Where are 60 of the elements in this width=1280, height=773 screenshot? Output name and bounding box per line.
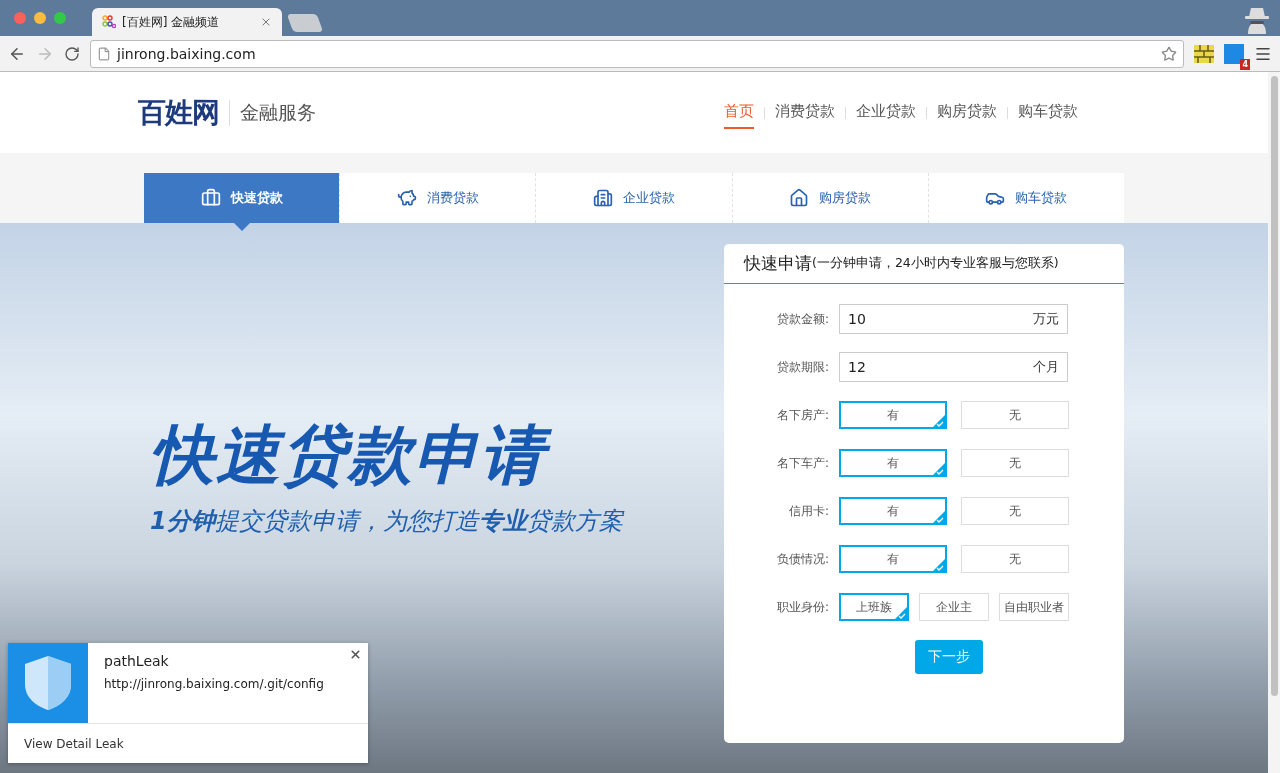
site-logo[interactable]: 百姓网 <box>138 93 219 132</box>
field-label: 信用卡: <box>787 502 829 520</box>
nav-link[interactable]: 购房贷款 <box>937 96 997 129</box>
check-icon <box>894 606 908 620</box>
bookmark-star-icon[interactable] <box>1161 45 1177 62</box>
input-field[interactable]: 12 个月 <box>839 352 1068 382</box>
card-title: 快速申请 <box>744 252 812 275</box>
unit-label: 万元 <box>1033 310 1059 328</box>
card-note: (一分钟申请，24小时内专业客服与您联系) <box>812 255 1059 270</box>
service-title: 金融服务 <box>229 99 316 126</box>
shield-icon <box>8 643 88 723</box>
check-icon <box>932 510 946 524</box>
nav-link[interactable]: 消费贷款 <box>775 96 835 129</box>
option-button[interactable]: 上班族 <box>839 593 909 621</box>
check-icon <box>932 414 946 428</box>
close-icon[interactable] <box>260 16 272 28</box>
notification-title: pathLeak <box>104 653 170 669</box>
field-label: 职业身份: <box>775 598 829 616</box>
nav-link[interactable]: 购车贷款 <box>1018 96 1078 129</box>
view-detail-link[interactable]: View Detail Leak <box>24 737 124 751</box>
field-label: 贷款期限: <box>775 358 829 376</box>
nav-link[interactable]: 企业贷款 <box>856 96 916 129</box>
option-button[interactable]: 无 <box>961 449 1069 477</box>
notification-badge: 4 <box>1240 58 1250 70</box>
option-button[interactable]: 无 <box>961 497 1069 525</box>
tab-title: [百姓网] 金融频道 <box>122 13 221 31</box>
field-label: 名下房产: <box>775 406 829 424</box>
check-icon <box>932 558 946 572</box>
field-label: 负债情况: <box>775 550 829 568</box>
brick-wall-icon[interactable] <box>1194 44 1214 63</box>
address-bar[interactable]: jinrong.baixing.com <box>90 39 1184 68</box>
option-button[interactable]: 自由职业者 <box>999 593 1069 621</box>
input-field[interactable]: 10 万元 <box>839 304 1068 334</box>
hero-subtitle: 1分钟提交贷款申请，为您打造专业贷款方案 <box>150 506 623 537</box>
page-icon <box>97 46 111 61</box>
option-button[interactable]: 无 <box>961 401 1069 429</box>
field-label: 名下车产: <box>775 454 829 472</box>
browser-tab[interactable]: [百姓网] 金融频道 <box>92 8 282 36</box>
piggy-bank-icon <box>396 188 417 208</box>
minimize-window-button[interactable] <box>34 12 46 24</box>
reload-button[interactable] <box>64 45 80 62</box>
favicon-icon <box>102 15 116 29</box>
option-button[interactable]: 企业主 <box>919 593 989 621</box>
close-button[interactable] <box>349 648 362 661</box>
scrollbar-thumb[interactable] <box>1270 76 1278 696</box>
nav-link[interactable]: 首页 <box>724 96 754 129</box>
new-tab-button[interactable] <box>286 14 324 32</box>
option-button[interactable]: 有 <box>839 449 947 477</box>
option-button[interactable]: 有 <box>839 401 947 429</box>
check-icon <box>932 462 946 476</box>
option-button[interactable]: 有 <box>839 497 947 525</box>
building-icon <box>593 188 613 208</box>
house-icon <box>789 188 810 208</box>
maximize-window-button[interactable] <box>54 12 66 24</box>
field-label: 贷款金额: <box>775 310 829 328</box>
option-button[interactable]: 有 <box>839 545 947 573</box>
notification-url: http://jinrong.baixing.com/.git/config <box>104 677 324 691</box>
option-button[interactable]: 无 <box>961 545 1069 573</box>
unit-label: 个月 <box>1033 358 1059 376</box>
briefcase-icon <box>200 188 221 208</box>
